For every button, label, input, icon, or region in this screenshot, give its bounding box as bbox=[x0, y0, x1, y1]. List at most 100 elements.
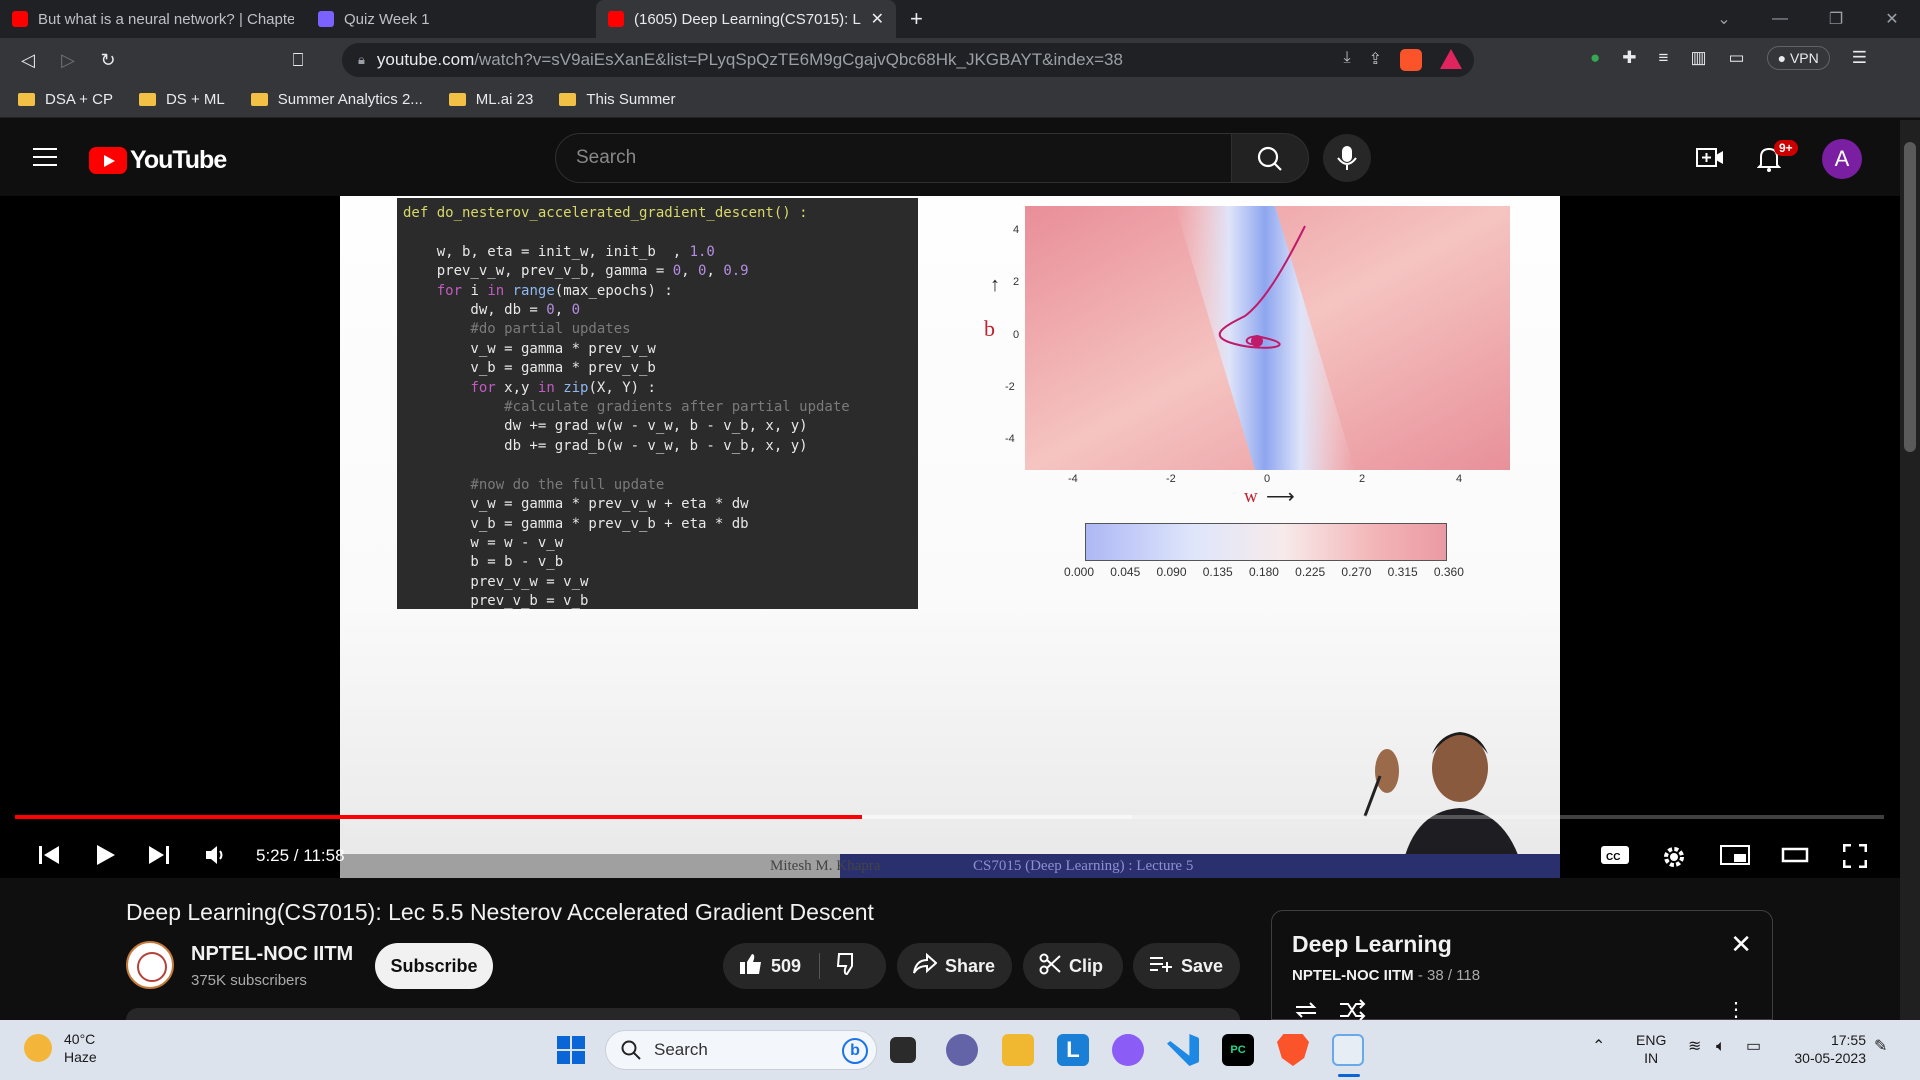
bookmark-mlai-23[interactable]: ML.ai 23 bbox=[448, 91, 533, 108]
brave-rewards-icon[interactable] bbox=[1440, 49, 1462, 69]
bookmark-dsa-cp[interactable]: DSA + CP bbox=[18, 91, 113, 108]
video-progress-bar[interactable] bbox=[15, 815, 1884, 819]
show-hidden-icons-icon[interactable]: ⌃ bbox=[1592, 1038, 1605, 1056]
description-box[interactable] bbox=[126, 1008, 1240, 1020]
dislike-button[interactable] bbox=[836, 952, 860, 980]
colorbar bbox=[1085, 523, 1447, 561]
wifi-icon[interactable]: ≋ bbox=[1688, 1038, 1701, 1056]
colorbar-ticks: 0.000 0.045 0.090 0.135 0.180 0.225 0.27… bbox=[1064, 565, 1464, 579]
like-button[interactable] bbox=[739, 953, 763, 980]
create-video-icon[interactable] bbox=[1696, 146, 1724, 170]
share-page-icon[interactable]: ⇪ bbox=[1369, 49, 1382, 71]
address-bar[interactable]: 🔒︎ youtube.com/watch?v=sV9aiEsXanE&list=… bbox=[342, 43, 1474, 77]
code-line: db += grad_b(w - v_w, b - v_b, x, y) bbox=[403, 437, 808, 454]
clock[interactable]: 17:55 30-05-2023 bbox=[1786, 1031, 1866, 1067]
close-playlist-icon[interactable]: ✕ bbox=[1730, 929, 1752, 960]
channel-avatar[interactable] bbox=[126, 941, 174, 989]
youtube-logo[interactable]: YouTube bbox=[89, 146, 227, 175]
close-tab-icon[interactable]: ✕ bbox=[871, 9, 884, 29]
vpn-button[interactable]: ● VPN bbox=[1766, 46, 1830, 70]
search-icon bbox=[1257, 146, 1282, 171]
scissors-icon bbox=[1039, 953, 1061, 980]
tab-search-icon[interactable]: ⌄ bbox=[1696, 9, 1752, 29]
voice-search-button[interactable] bbox=[1323, 134, 1371, 182]
forward-icon[interactable]: ▷ bbox=[48, 50, 88, 71]
wallet-icon[interactable]: ▭ bbox=[1729, 48, 1745, 68]
snipping-tool-icon[interactable] bbox=[1332, 1034, 1364, 1066]
hamburger-menu-icon[interactable] bbox=[33, 148, 57, 172]
playlist-more-icon[interactable]: ⋮ bbox=[1726, 997, 1746, 1022]
pycharm-icon[interactable]: PC bbox=[1222, 1034, 1254, 1066]
restore-icon[interactable]: ❐ bbox=[1808, 9, 1864, 29]
subscribe-button[interactable]: Subscribe bbox=[375, 943, 493, 989]
play-icon[interactable] bbox=[94, 844, 116, 866]
browser-tab-strip: But what is a neural network? | Chapte Q… bbox=[0, 0, 1920, 38]
fullscreen-icon[interactable] bbox=[1843, 844, 1867, 868]
channel-name[interactable]: NPTEL-NOC IITM bbox=[191, 943, 353, 966]
video-player[interactable]: def do_nesterov_accelerated_gradient_des… bbox=[0, 196, 1900, 878]
volume-icon[interactable] bbox=[204, 844, 228, 866]
playlist-title[interactable]: Deep Learning bbox=[1292, 931, 1452, 958]
minimize-icon[interactable]: — bbox=[1752, 10, 1808, 28]
scrollbar-thumb[interactable] bbox=[1904, 142, 1916, 452]
code-line: dw, db = 0, 0 bbox=[403, 302, 581, 319]
vscode-icon[interactable] bbox=[1167, 1034, 1199, 1066]
brave-browser-icon[interactable] bbox=[1277, 1034, 1309, 1066]
speaker-icon[interactable]: 🔈︎ bbox=[1716, 1038, 1726, 1056]
teams-chat-icon[interactable] bbox=[946, 1034, 978, 1066]
search-button[interactable] bbox=[1231, 133, 1309, 183]
next-video-icon[interactable] bbox=[148, 844, 170, 866]
bookmark-ds-ml[interactable]: DS + ML bbox=[138, 91, 225, 108]
previous-video-icon[interactable] bbox=[38, 844, 60, 866]
save-button[interactable]: Save bbox=[1133, 943, 1240, 989]
youtube-play-logo-icon bbox=[89, 147, 127, 174]
back-icon[interactable]: ◁ bbox=[8, 50, 48, 71]
captions-icon[interactable]: CC bbox=[1600, 844, 1630, 866]
battery-icon[interactable]: ▭ bbox=[1746, 1038, 1761, 1056]
close-window-icon[interactable]: ✕ bbox=[1864, 9, 1920, 29]
bookmark-icon[interactable]: ⎕ bbox=[278, 50, 318, 71]
sidebar-icon[interactable]: ▥ bbox=[1690, 48, 1706, 68]
code-line: dw += grad_w(w - v_w, b - v_b, x, y) bbox=[403, 418, 808, 435]
copilot-icon[interactable] bbox=[1112, 1034, 1144, 1066]
bing-icon[interactable]: b bbox=[842, 1038, 868, 1064]
theater-mode-icon[interactable] bbox=[1781, 844, 1809, 866]
weather-widget[interactable]: 40°C Haze bbox=[24, 1030, 97, 1066]
code-line: v_b = gamma * prev_v_b bbox=[403, 360, 656, 377]
bookmark-this-summer[interactable]: This Summer bbox=[559, 91, 676, 108]
puzzle-extensions-icon[interactable]: ✚ bbox=[1622, 48, 1636, 68]
share-button[interactable]: Share bbox=[897, 943, 1012, 989]
loop-playlist-icon[interactable] bbox=[1292, 999, 1320, 1021]
new-tab-icon[interactable]: + bbox=[910, 6, 923, 32]
reload-icon[interactable]: ↻ bbox=[88, 50, 128, 71]
taskbar-search[interactable]: Search b bbox=[605, 1030, 877, 1070]
code-line: for x,y in zip(X, Y) : bbox=[470, 379, 656, 396]
clip-button[interactable]: Clip bbox=[1023, 943, 1123, 989]
playlist-icon[interactable]: ≡ bbox=[1659, 48, 1669, 68]
search-input[interactable]: Search bbox=[555, 133, 1232, 183]
install-icon[interactable]: ⤓ bbox=[1344, 49, 1351, 71]
l-app-icon[interactable]: L bbox=[1057, 1034, 1089, 1066]
account-avatar[interactable]: A bbox=[1822, 139, 1862, 179]
bookmark-summer-analytics[interactable]: Summer Analytics 2... bbox=[250, 91, 423, 108]
task-view-icon[interactable] bbox=[890, 1037, 916, 1063]
page-scrollbar[interactable] bbox=[1900, 120, 1920, 1020]
extension-icon[interactable]: ● bbox=[1590, 48, 1600, 68]
menu-icon[interactable]: ☰ bbox=[1852, 48, 1867, 68]
tab-deep-learning[interactable]: (1605) Deep Learning(CS7015): Le ✕ bbox=[596, 0, 896, 38]
trajectory-end-point bbox=[1251, 335, 1263, 347]
tab-quiz-week-1[interactable]: Quiz Week 1 bbox=[306, 0, 596, 38]
code-line: #now do the full update bbox=[403, 476, 665, 493]
windows-start-icon[interactable] bbox=[555, 1034, 587, 1066]
brave-shields-icon[interactable] bbox=[1400, 49, 1422, 71]
folder-icon bbox=[448, 93, 466, 106]
miniplayer-icon[interactable] bbox=[1720, 844, 1750, 866]
code-line: v_b = gamma * prev_v_b + eta * db bbox=[403, 515, 749, 532]
tab-neural-network[interactable]: But what is a neural network? | Chapte bbox=[0, 0, 306, 38]
settings-gear-icon[interactable] bbox=[1661, 844, 1687, 870]
video-timecode: 5:25 / 11:58 bbox=[256, 846, 345, 865]
language-indicator[interactable]: ENG IN bbox=[1636, 1031, 1666, 1067]
shuffle-icon[interactable] bbox=[1338, 999, 1366, 1021]
notifications-center-icon[interactable]: ✎ bbox=[1874, 1038, 1887, 1056]
file-explorer-icon[interactable] bbox=[1002, 1034, 1034, 1066]
